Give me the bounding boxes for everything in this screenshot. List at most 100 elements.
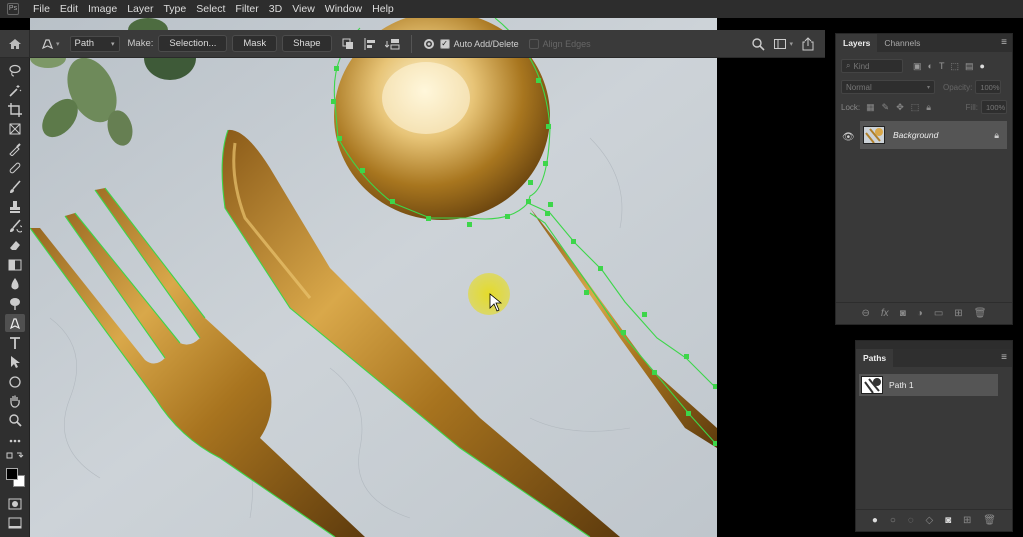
search-button[interactable]: [751, 34, 766, 54]
menu-filter[interactable]: Filter: [230, 0, 263, 18]
menu-type[interactable]: Type: [158, 0, 191, 18]
layer-name: Background: [893, 130, 939, 140]
fill-path-icon[interactable]: ●: [872, 515, 878, 526]
menu-image[interactable]: Image: [83, 0, 122, 18]
smart-object-filter-icon[interactable]: ▤: [965, 61, 974, 72]
stroke-path-icon[interactable]: ○: [890, 515, 896, 526]
pixel-filter-icon[interactable]: ▣: [913, 61, 922, 72]
eye-icon[interactable]: 👁︎: [842, 132, 855, 143]
menu-file[interactable]: File: [26, 0, 55, 18]
clone-stamp-tool[interactable]: [5, 198, 25, 216]
make-selection-button[interactable]: Selection...: [158, 35, 228, 52]
share-icon: [802, 36, 814, 50]
history-brush-tool[interactable]: [5, 217, 25, 235]
bandage-icon: [9, 162, 21, 174]
color-swatches[interactable]: [5, 466, 25, 490]
menu-view[interactable]: View: [287, 0, 320, 18]
path-arrangement-button[interactable]: [384, 34, 401, 54]
gradient-icon: [8, 259, 22, 271]
pen-tool-preset[interactable]: ▾: [40, 34, 60, 54]
lock-row: Lock: ▦ ✎ ✥ ⬚ 🔒︎ Fill: 100%: [836, 97, 1012, 117]
add-mask-icon[interactable]: ◙: [900, 308, 906, 319]
auto-add-delete-checkbox[interactable]: ✓: [439, 38, 450, 49]
blur-tool[interactable]: [5, 275, 25, 293]
healing-brush-tool[interactable]: [5, 159, 25, 177]
fx-icon[interactable]: fx: [881, 308, 889, 319]
panel-menu-icon[interactable]: ≡: [1001, 349, 1007, 367]
adjustment-layer-icon[interactable]: ◑: [917, 308, 923, 319]
type-filter-icon[interactable]: T: [939, 61, 945, 72]
shape-filter-icon[interactable]: ⬚: [950, 61, 959, 72]
path-alignment-button[interactable]: [363, 34, 377, 54]
workspace-button[interactable]: ▾: [773, 34, 793, 54]
trash-icon[interactable]: 🗑︎: [983, 515, 996, 526]
lasso-tool[interactable]: [5, 62, 25, 80]
quick-mask-button[interactable]: [5, 495, 25, 513]
crop-icon: [8, 103, 22, 117]
tab-layers[interactable]: Layers: [836, 34, 878, 52]
hand-tool[interactable]: [5, 392, 25, 410]
filter-toggle-icon[interactable]: ●: [979, 61, 984, 72]
fill-input[interactable]: 100%: [981, 100, 1007, 114]
tab-paths[interactable]: Paths: [856, 349, 894, 367]
brush-tool[interactable]: [5, 178, 25, 196]
make-shape-button[interactable]: Shape: [282, 35, 332, 52]
add-mask-icon[interactable]: ◙: [945, 515, 951, 526]
menu-edit[interactable]: Edit: [55, 0, 83, 18]
adjustment-filter-icon[interactable]: ◐: [928, 61, 933, 72]
folder-icon[interactable]: ▭: [934, 308, 943, 319]
menu-select[interactable]: Select: [191, 0, 230, 18]
menu-help[interactable]: Help: [367, 0, 399, 18]
path-row-path-1[interactable]: Path 1: [859, 374, 998, 396]
new-path-icon[interactable]: ⊞: [963, 515, 971, 526]
new-layer-icon[interactable]: ⊞: [954, 308, 962, 319]
eraser-tool[interactable]: [5, 236, 25, 254]
blend-mode-value: Normal: [846, 82, 872, 92]
gradient-tool[interactable]: [5, 256, 25, 274]
layer-row-background[interactable]: Background 🔒︎: [860, 121, 1007, 149]
zoom-tool[interactable]: [5, 411, 25, 429]
menu-3d[interactable]: 3D: [264, 0, 287, 18]
dodge-tool[interactable]: [5, 294, 25, 312]
swap-colors[interactable]: [5, 450, 25, 462]
artboard-lock-icon[interactable]: ⬚: [911, 102, 920, 113]
frame-tool[interactable]: [5, 120, 25, 138]
lock-pixels-icon[interactable]: ✎: [882, 102, 890, 113]
pen-tool[interactable]: [5, 314, 25, 332]
settings-button[interactable]: [422, 34, 436, 54]
tab-channels[interactable]: Channels: [877, 34, 927, 52]
more-tools[interactable]: [5, 432, 25, 450]
foreground-color-swatch[interactable]: [6, 468, 18, 480]
menu-window[interactable]: Window: [320, 0, 367, 18]
paths-panel-tabs: Paths ≡: [856, 349, 1012, 367]
load-as-selection-icon[interactable]: ◌: [908, 515, 914, 526]
tool-mode-select[interactable]: Path ▾: [69, 35, 120, 52]
type-tool[interactable]: [5, 334, 25, 352]
menu-layer[interactable]: Layer: [122, 0, 158, 18]
kind-filter-select[interactable]: ⌕ Kind: [841, 59, 903, 73]
make-mask-button[interactable]: Mask: [232, 35, 278, 52]
ellipse-tool[interactable]: [5, 373, 25, 391]
lock-all-icon[interactable]: 🔒︎: [926, 102, 931, 113]
path-operations-button[interactable]: [341, 34, 355, 54]
lock-transparency-icon[interactable]: ▦: [866, 102, 875, 113]
align-edges-checkbox[interactable]: [528, 38, 539, 49]
make-work-path-icon[interactable]: ◇: [926, 515, 934, 526]
frame-icon: [9, 123, 21, 135]
panel-menu-icon[interactable]: ≡: [1001, 34, 1007, 52]
screen-mode-button[interactable]: [5, 514, 25, 532]
opacity-input[interactable]: 100%: [975, 80, 1002, 94]
share-button[interactable]: [801, 34, 815, 54]
document-canvas[interactable]: [30, 18, 717, 537]
blend-mode-select[interactable]: Normal ▾: [841, 80, 935, 94]
lock-position-icon[interactable]: ✥: [896, 102, 904, 113]
panel-drag-strip[interactable]: [856, 341, 1012, 349]
crop-tool[interactable]: [5, 101, 25, 119]
link-layers-icon[interactable]: ⊖: [862, 308, 870, 319]
quick-selection-tool[interactable]: [5, 82, 25, 100]
trash-icon[interactable]: 🗑︎: [974, 308, 987, 319]
eyedropper-tool[interactable]: [5, 140, 25, 158]
path-selection-tool[interactable]: [5, 353, 25, 371]
history-brush-icon: [10, 219, 22, 233]
home-button[interactable]: [0, 29, 30, 58]
